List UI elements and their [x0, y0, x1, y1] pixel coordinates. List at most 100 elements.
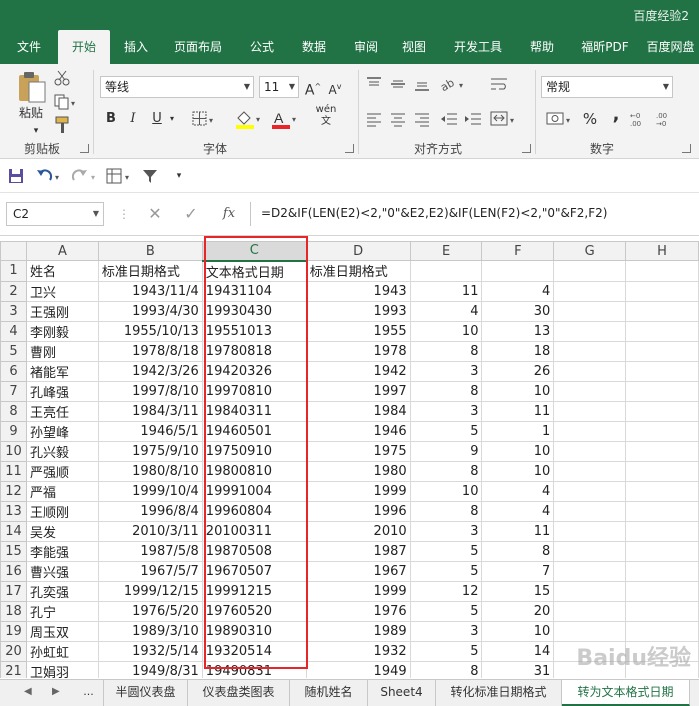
cell[interactable]: 文本格式日期 [201, 260, 307, 282]
cell[interactable] [553, 560, 627, 582]
undo-button[interactable]: ▾ [36, 168, 64, 187]
cell[interactable]: 孔峰强 [25, 380, 99, 402]
cell[interactable]: 1967/5/7 [97, 560, 203, 582]
paste-button[interactable] [14, 70, 48, 104]
cell[interactable]: 1978 [305, 340, 411, 362]
tab-data[interactable]: 数据 [290, 30, 338, 64]
cell[interactable] [625, 320, 699, 342]
cell[interactable]: 3 [409, 620, 483, 642]
cell[interactable]: 4 [481, 280, 555, 302]
cut-button[interactable] [54, 70, 70, 89]
cell[interactable]: 8 [409, 500, 483, 522]
increase-decimal-button[interactable]: ←0.00 [630, 110, 652, 131]
row-header[interactable]: 19 [0, 620, 27, 642]
cell[interactable]: 13 [481, 320, 555, 342]
cell[interactable] [553, 660, 627, 678]
cell[interactable]: 19780818 [201, 340, 307, 362]
cell[interactable]: 3 [409, 400, 483, 422]
cell[interactable] [553, 440, 627, 462]
cell[interactable]: 1978/8/18 [97, 340, 203, 362]
cell[interactable]: 2010 [305, 520, 411, 542]
row-header[interactable]: 14 [0, 520, 27, 542]
cell[interactable] [625, 440, 699, 462]
cell[interactable]: 19420326 [201, 360, 307, 382]
font-launcher-icon[interactable] [345, 144, 354, 153]
cell[interactable]: 19320514 [201, 640, 307, 662]
cell[interactable]: 7 [481, 560, 555, 582]
cell[interactable]: 1987 [305, 540, 411, 562]
column-header-g[interactable]: G [553, 241, 627, 261]
cell[interactable] [625, 480, 699, 502]
cell[interactable]: 4 [481, 500, 555, 522]
row-header[interactable]: 10 [0, 440, 27, 462]
cell[interactable] [625, 520, 699, 542]
cell[interactable] [553, 400, 627, 422]
cell[interactable] [625, 640, 699, 662]
cell[interactable]: 1980 [305, 460, 411, 482]
cell[interactable]: 1967 [305, 560, 411, 582]
cell[interactable]: 3 [409, 360, 483, 382]
cell[interactable]: 曹刚 [25, 340, 99, 362]
row-header[interactable]: 2 [0, 280, 27, 302]
cell[interactable] [553, 420, 627, 442]
cell[interactable]: 19460501 [201, 420, 307, 442]
cell[interactable]: 15 [481, 580, 555, 602]
cell[interactable]: 12 [409, 580, 483, 602]
cell[interactable]: 卫兴 [25, 280, 99, 302]
column-header-d[interactable]: D [305, 241, 411, 261]
cell[interactable]: 标准日期格式 [97, 260, 203, 282]
cell[interactable]: 1993 [305, 300, 411, 322]
sheet-tab[interactable]: 半圆仪表盘 [104, 680, 188, 706]
cell[interactable] [553, 320, 627, 342]
cell[interactable]: 孙望峰 [25, 420, 99, 442]
tab-insert[interactable]: 插入 [112, 30, 160, 64]
cell[interactable] [625, 560, 699, 582]
cell[interactable] [553, 520, 627, 542]
cell[interactable] [553, 500, 627, 522]
align-right-button[interactable] [414, 111, 430, 130]
cell[interactable]: 卫娟羽 [25, 660, 99, 678]
cell[interactable]: 19551013 [201, 320, 307, 342]
row-header[interactable]: 3 [0, 300, 27, 322]
cell[interactable]: 3 [409, 520, 483, 542]
cell[interactable] [553, 580, 627, 602]
orientation-button[interactable]: ab ▾ [438, 76, 468, 95]
row-header[interactable]: 7 [0, 380, 27, 402]
cell[interactable]: 5 [409, 560, 483, 582]
cell[interactable]: 1999/12/15 [97, 580, 203, 602]
accounting-format-button[interactable]: ▾ [546, 110, 576, 131]
comma-style-button[interactable]: , [606, 104, 626, 126]
cell[interactable]: 1946/5/1 [97, 420, 203, 442]
align-left-button[interactable] [366, 111, 382, 130]
cell[interactable]: 王强刚 [25, 300, 99, 322]
row-header[interactable]: 5 [0, 340, 27, 362]
decrease-indent-button[interactable] [440, 111, 458, 130]
cell[interactable]: 1989/3/10 [97, 620, 203, 642]
cell[interactable]: 孔宁 [25, 600, 99, 622]
cell[interactable]: 31 [481, 660, 555, 678]
tab-baidu-netdisk[interactable]: 百度网盘 [642, 30, 699, 64]
cell[interactable] [625, 260, 699, 282]
column-header-c[interactable]: C [201, 241, 307, 262]
cell[interactable]: 1955/10/13 [97, 320, 203, 342]
cell[interactable] [553, 360, 627, 382]
cell[interactable]: 1987/5/8 [97, 540, 203, 562]
cell[interactable]: 吴发 [25, 520, 99, 542]
cell[interactable] [553, 540, 627, 562]
cell[interactable] [625, 620, 699, 642]
decrease-font-icon[interactable]: Av [326, 76, 344, 98]
cell[interactable]: 8 [409, 660, 483, 678]
cell[interactable]: 孔兴毅 [25, 440, 99, 462]
cell[interactable]: 1984 [305, 400, 411, 422]
column-header-b[interactable]: B [97, 241, 203, 261]
row-header[interactable]: 12 [0, 480, 27, 502]
middle-align-button[interactable] [390, 76, 406, 95]
column-header-e[interactable]: E [409, 241, 483, 261]
tab-developer[interactable]: 开发工具 [444, 30, 512, 64]
cell[interactable]: 2010/3/11 [97, 520, 203, 542]
cancel-edit-icon[interactable]: ✕ [144, 203, 166, 225]
cell[interactable]: 19991004 [201, 480, 307, 502]
cell[interactable]: 19670507 [201, 560, 307, 582]
row-header[interactable]: 15 [0, 540, 27, 562]
next-sheet-icon[interactable]: ▶ [52, 680, 60, 706]
